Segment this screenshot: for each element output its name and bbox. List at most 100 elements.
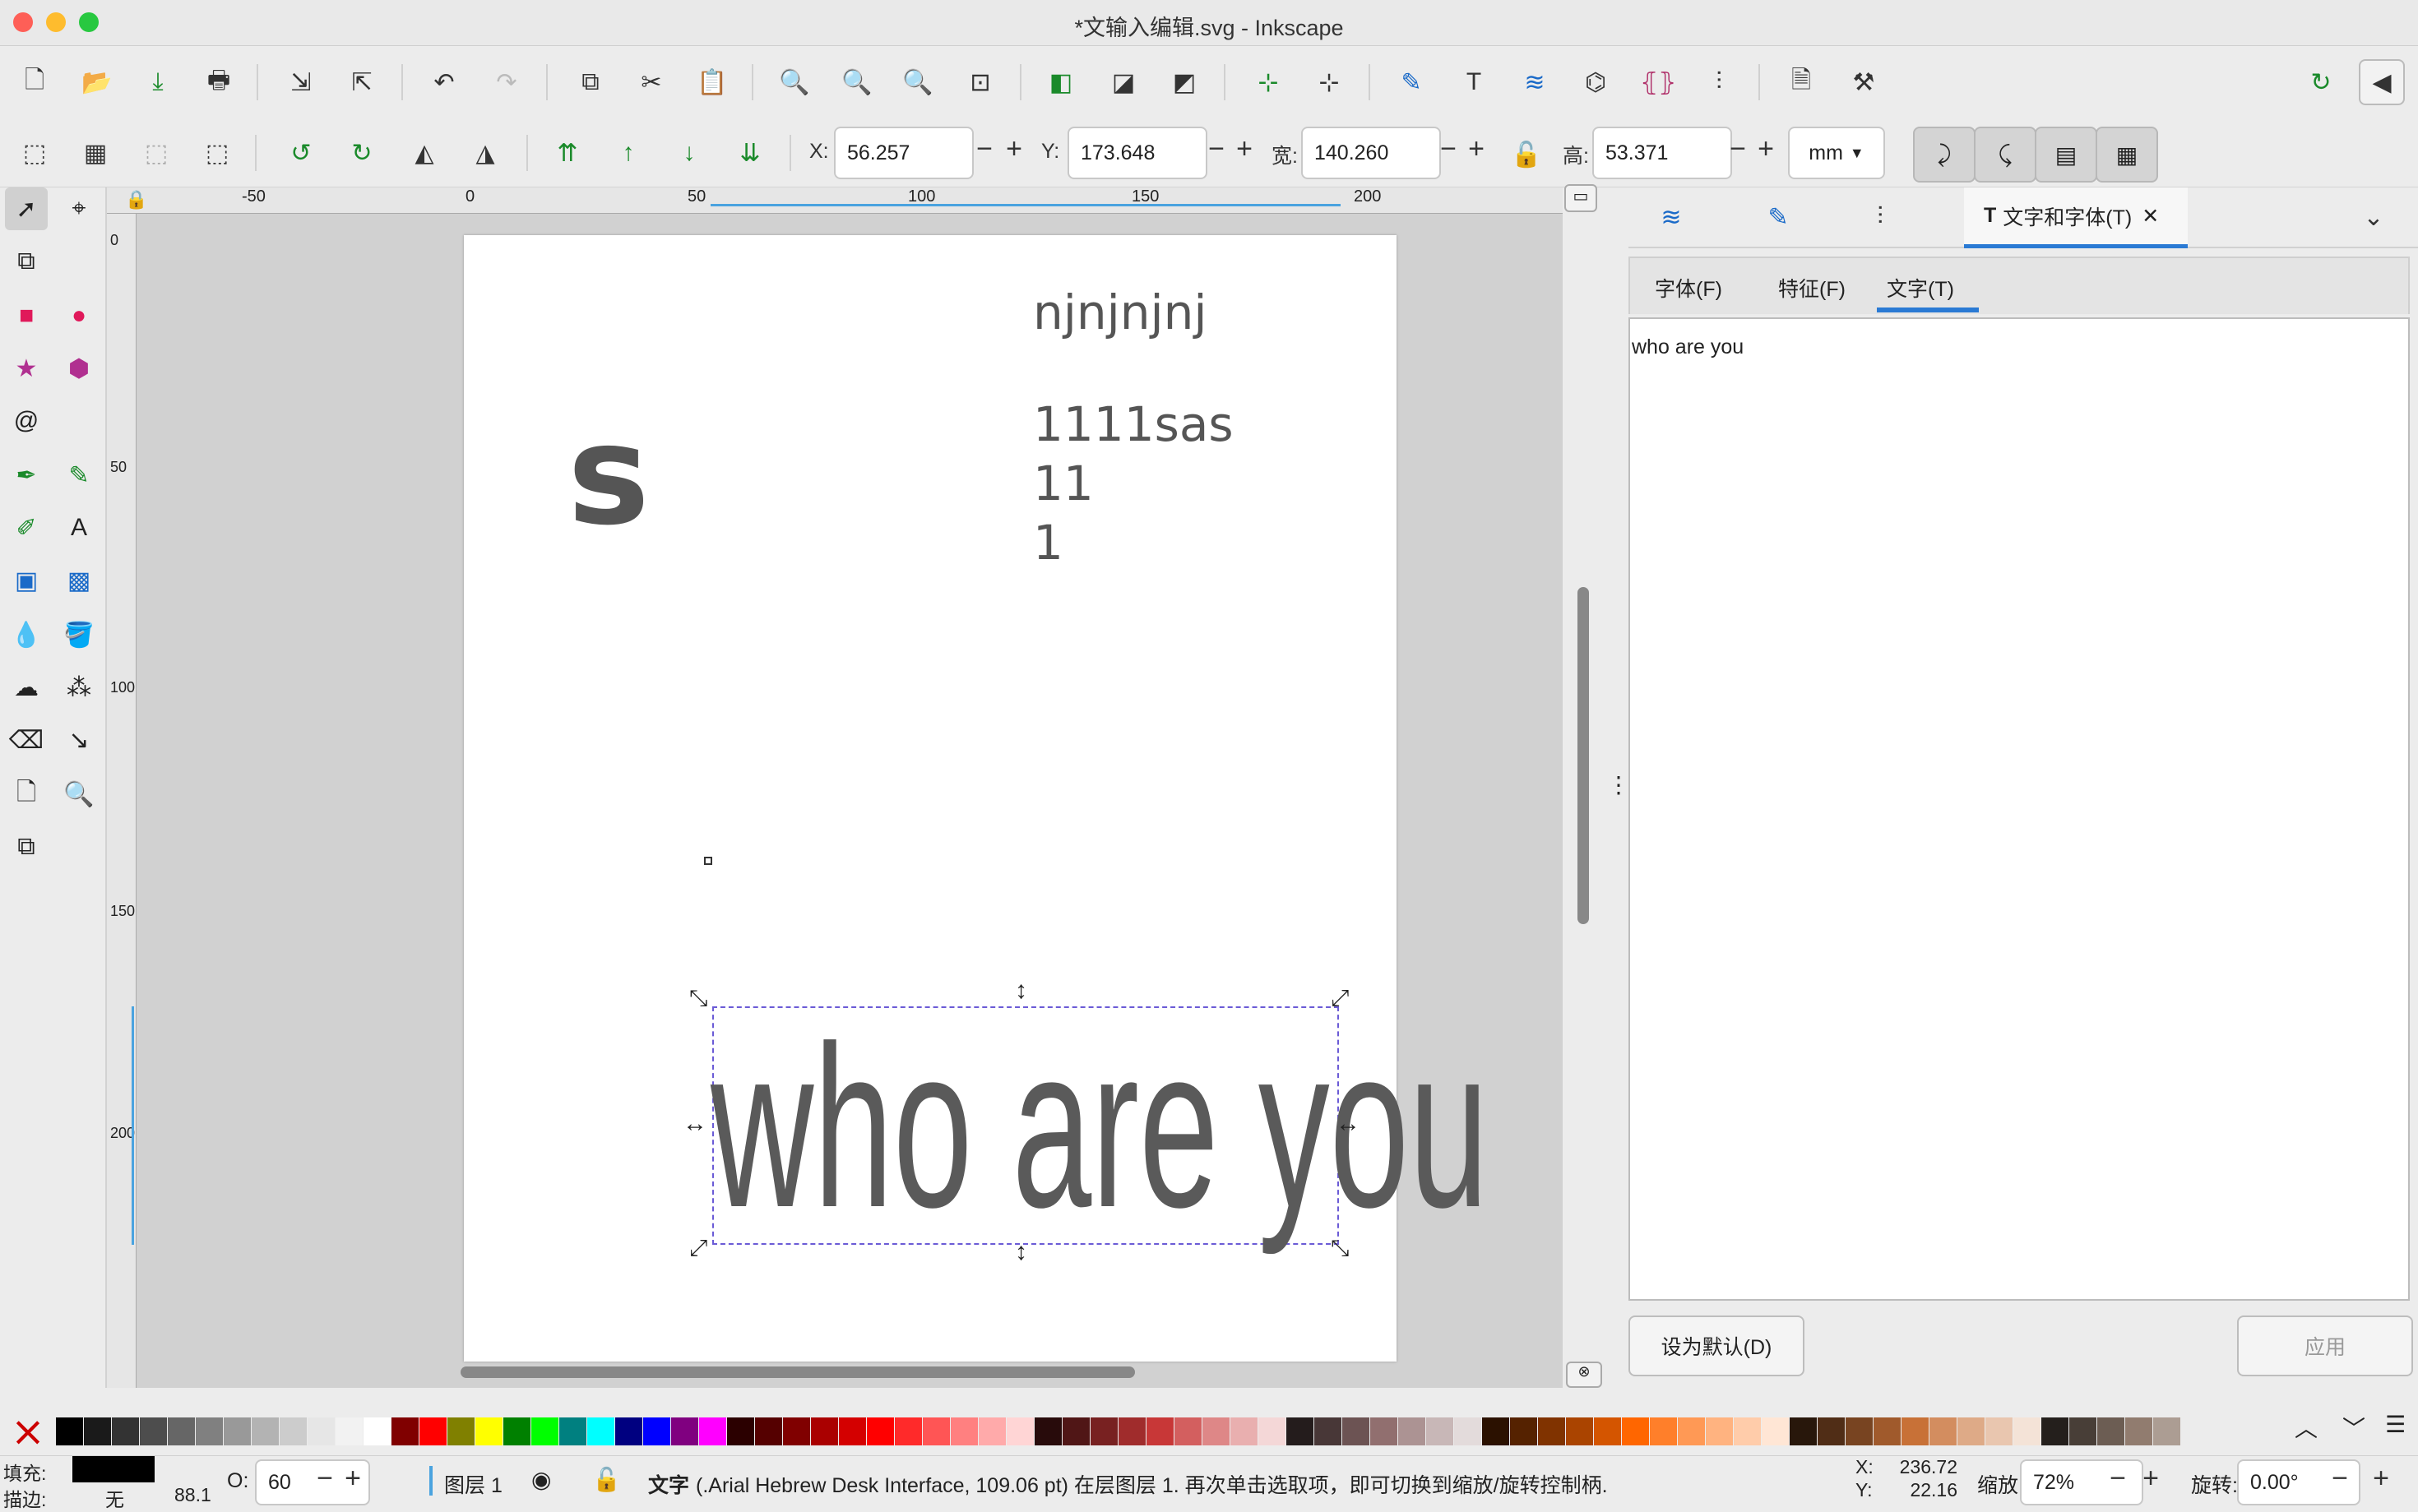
select-all-icon[interactable]: ⬚ — [13, 132, 56, 174]
color-swatch[interactable] — [1286, 1417, 1313, 1445]
y-decrement-icon[interactable]: − — [1204, 133, 1229, 165]
x-decrement-icon[interactable]: − — [972, 133, 997, 165]
lock-ratio-icon[interactable]: 🔓 — [1505, 133, 1548, 176]
flip-horizontal-icon[interactable]: ◭ — [403, 132, 446, 174]
scale-stroke-icon[interactable]: ⤸ — [1913, 127, 1976, 183]
zoom-selection-icon[interactable]: 🔍 — [773, 61, 816, 104]
palette-menu-icon[interactable]: ☰ — [2385, 1411, 2406, 1438]
scale-corners-icon[interactable]: ⤹ — [1974, 127, 2036, 183]
rotate-increment-icon[interactable]: + — [2369, 1463, 2393, 1495]
height-increment-icon[interactable]: + — [1753, 133, 1778, 165]
calligraphy-tool-icon[interactable]: ✐ — [5, 506, 48, 549]
no-paint-icon[interactable]: ⨯ — [3, 1411, 53, 1454]
paint-bucket-icon[interactable]: 🪣 — [58, 613, 100, 656]
color-swatch[interactable] — [1538, 1417, 1565, 1445]
fill-stroke-tab-icon[interactable]: ✎ — [1757, 196, 1800, 238]
undo-icon[interactable]: ↶ — [423, 61, 466, 104]
paste-icon[interactable]: 📋 — [691, 61, 734, 104]
rotate-ccw-icon[interactable]: ↺ — [280, 132, 322, 174]
lower-one-icon[interactable]: ↓ — [668, 132, 711, 174]
color-swatch[interactable] — [364, 1417, 391, 1445]
opacity-decrement-icon[interactable]: − — [313, 1463, 337, 1495]
palette-down-icon[interactable]: ﹀ — [2342, 1411, 2365, 1444]
height-field[interactable]: 53.371 — [1592, 127, 1732, 179]
color-swatch[interactable] — [196, 1417, 223, 1445]
height-decrement-icon[interactable]: − — [1725, 133, 1750, 165]
color-swatch[interactable] — [979, 1417, 1006, 1445]
group-icon[interactable]: ◪ — [1102, 61, 1145, 104]
display-mode-icon[interactable]: ▭ — [1564, 184, 1597, 212]
color-swatch[interactable] — [1678, 1417, 1705, 1445]
color-swatch[interactable] — [559, 1417, 586, 1445]
color-swatch[interactable] — [783, 1417, 810, 1445]
subtab-font[interactable]: 字体(F) — [1655, 273, 1722, 303]
stroke-value[interactable]: 无 — [105, 1484, 124, 1512]
text-editor[interactable]: who are you — [1628, 317, 2410, 1301]
color-swatch[interactable] — [280, 1417, 307, 1445]
color-swatch[interactable] — [2153, 1417, 2180, 1445]
3d-box-tool-icon[interactable]: ⬢ — [58, 347, 100, 390]
document-properties-icon[interactable]: 🗎 — [1780, 61, 1823, 104]
color-swatch[interactable] — [84, 1417, 111, 1445]
object-snap-icon[interactable]: ⊹ — [1308, 61, 1350, 104]
open-icon[interactable]: 📂 — [76, 61, 118, 104]
color-swatch[interactable] — [867, 1417, 894, 1445]
close-icon[interactable]: ✕ — [2142, 204, 2159, 229]
color-swatch[interactable] — [1706, 1417, 1733, 1445]
document-page[interactable]: s njnjnjnj 1111sas 11 1 who are you ⤡ ↕ … — [464, 235, 1489, 1362]
color-swatch[interactable] — [1174, 1417, 1202, 1445]
color-swatch[interactable] — [391, 1417, 419, 1445]
color-swatch[interactable] — [112, 1417, 139, 1445]
align-tab-icon[interactable]: ⫶ — [1859, 196, 1902, 238]
fill-swatch[interactable] — [72, 1456, 155, 1482]
scale-handle-icon[interactable]: ⤢ — [1331, 985, 1349, 1012]
cut-icon[interactable]: ✂ — [630, 61, 673, 104]
collapse-toolbar-icon[interactable]: ◀ — [2359, 59, 2405, 105]
move-patterns-icon[interactable]: ▦ — [2096, 127, 2158, 183]
color-swatch[interactable] — [615, 1417, 642, 1445]
pages-tool-icon[interactable]: 🗋 — [5, 773, 48, 816]
mesh-tool-icon[interactable]: ▩ — [58, 559, 100, 602]
color-swatch[interactable] — [1622, 1417, 1649, 1445]
horizontal-scrollbar[interactable] — [461, 1366, 1135, 1378]
color-swatch[interactable] — [140, 1417, 167, 1445]
zoom-drawing-icon[interactable]: 🔍 — [836, 61, 878, 104]
tab-text-font[interactable]: T 文字和字体(T) ✕ — [1964, 187, 2188, 248]
canvas-text-line2[interactable]: 11 — [1033, 455, 1094, 511]
color-swatch[interactable] — [1734, 1417, 1761, 1445]
spray-tool-icon[interactable]: ⁂ — [58, 666, 100, 709]
opacity-increment-icon[interactable]: + — [340, 1463, 365, 1495]
color-swatch[interactable] — [1426, 1417, 1453, 1445]
color-swatch[interactable] — [895, 1417, 922, 1445]
text-tool-icon[interactable]: A — [58, 506, 100, 549]
scale-handle-icon[interactable]: ↕ — [1015, 977, 1027, 1005]
color-swatch[interactable] — [1035, 1417, 1062, 1445]
node-snap-icon[interactable]: ⊹ — [1247, 61, 1290, 104]
width-increment-icon[interactable]: + — [1464, 133, 1489, 165]
scale-handle-icon[interactable]: ⤢ — [689, 1235, 707, 1262]
color-swatch[interactable] — [839, 1417, 866, 1445]
color-swatch[interactable] — [503, 1417, 530, 1445]
eye-icon[interactable]: ◉ — [531, 1466, 551, 1493]
eraser-tool-icon[interactable]: ⌫ — [5, 719, 48, 761]
color-swatch[interactable] — [587, 1417, 614, 1445]
dropper-tool-icon[interactable]: 💧 — [5, 613, 48, 656]
color-swatch[interactable] — [1594, 1417, 1621, 1445]
color-swatch[interactable] — [1482, 1417, 1509, 1445]
duplicate-icon[interactable]: ⧉ — [569, 61, 612, 104]
zoom-fit-icon[interactable]: ⊡ — [959, 61, 1002, 104]
color-swatch[interactable] — [1398, 1417, 1425, 1445]
color-swatch[interactable] — [1119, 1417, 1146, 1445]
color-swatch[interactable] — [727, 1417, 754, 1445]
y-increment-icon[interactable]: + — [1232, 133, 1257, 165]
zoom-decrement-icon[interactable]: − — [2105, 1463, 2130, 1495]
deselect-icon[interactable]: ⬚ — [196, 132, 239, 174]
canvas-text-line1[interactable]: 1111sas — [1033, 396, 1234, 452]
color-swatch[interactable] — [2125, 1417, 2152, 1445]
set-default-button[interactable]: 设为默认(D) — [1628, 1315, 1804, 1376]
lower-to-bottom-icon[interactable]: ⇊ — [729, 132, 771, 174]
color-swatch[interactable] — [419, 1417, 447, 1445]
color-swatch[interactable] — [1258, 1417, 1285, 1445]
palette-up-icon[interactable]: ︿ — [2295, 1411, 2318, 1444]
align-distribute-icon[interactable]: ⫶ — [1698, 61, 1740, 104]
